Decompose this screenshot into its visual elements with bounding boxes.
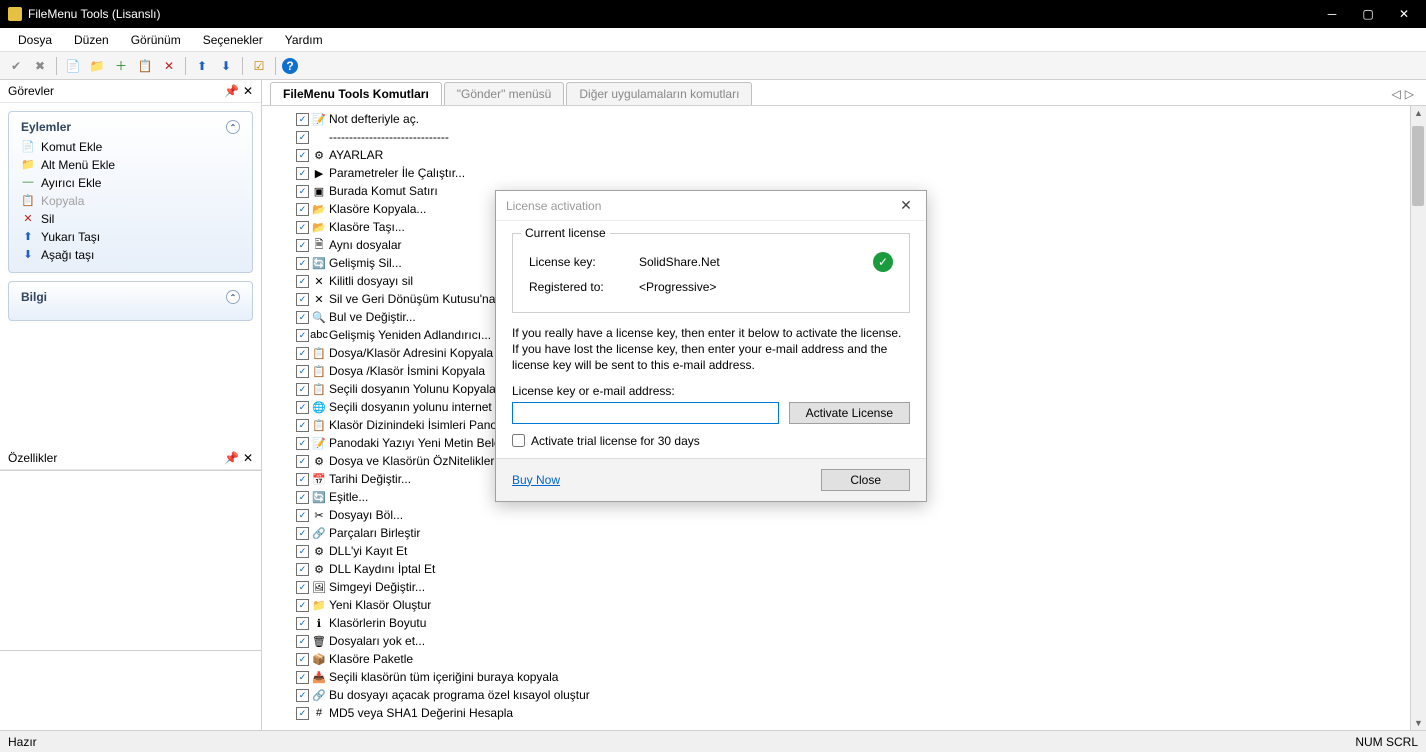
license-key-value: SolidShare.Net [639, 255, 863, 269]
registered-to-label: Registered to: [529, 280, 629, 294]
activate-license-button[interactable]: Activate License [789, 402, 910, 424]
registered-to-value: <Progressive> [639, 280, 893, 294]
current-license-group: Current license License key: SolidShare.… [512, 233, 910, 313]
license-key-label: License key: [529, 255, 629, 269]
group-label: Current license [521, 226, 610, 240]
buy-now-link[interactable]: Buy Now [512, 473, 560, 487]
dialog-close-icon[interactable]: ✕ [896, 197, 916, 214]
dialog-message: If you really have a license key, then e… [512, 325, 910, 374]
dialog-overlay: License activation ✕ Current license Lic… [0, 0, 1426, 752]
close-button[interactable]: Close [821, 469, 910, 491]
license-input[interactable] [512, 402, 779, 424]
trial-checkbox[interactable] [512, 434, 525, 447]
trial-checkbox-label: Activate trial license for 30 days [531, 434, 700, 448]
dialog-title: License activation [506, 199, 601, 213]
trial-checkbox-row[interactable]: Activate trial license for 30 days [512, 434, 910, 448]
license-dialog: License activation ✕ Current license Lic… [495, 190, 927, 502]
check-ok-icon: ✓ [873, 252, 893, 272]
license-input-label: License key or e-mail address: [512, 384, 910, 398]
